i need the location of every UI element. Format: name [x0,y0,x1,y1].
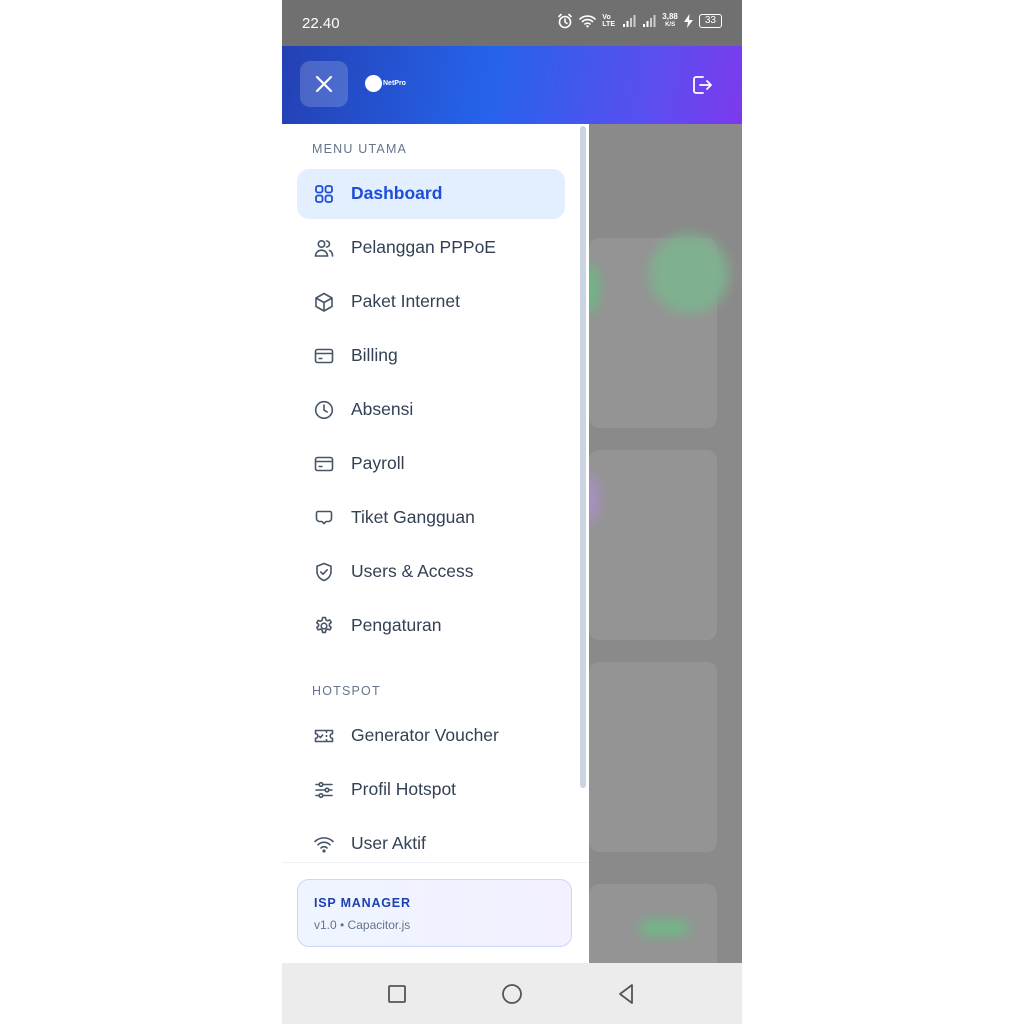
sliders-icon [315,781,333,799]
sidebar-item-pengaturan[interactable]: Pengaturan [297,601,565,651]
close-drawer-button[interactable] [300,61,348,107]
sidebar-item-label: Payroll [351,453,405,473]
shield-check-icon [316,562,332,582]
sidebar-item-label: Tiket Gangguan [351,507,475,527]
users-icon [314,239,334,257]
wifi-status-icon [579,15,597,28]
signal-icon [623,14,636,27]
sidebar-item-paket-internet[interactable]: Paket Internet [297,277,565,327]
logout-icon [693,76,712,94]
brand-name: NetPro [383,80,406,87]
recents-icon[interactable] [385,982,409,1006]
section-title-hotspot: HOTSPOT [312,684,381,698]
sidebar-item-label: Dashboard [351,183,443,203]
app-header: NetPro [282,46,742,124]
sidebar-item-label: Pelanggan PPPoE [351,237,496,257]
sidebar-item-label: Profil Hotspot [351,779,457,799]
status-icons: Vo LTE 3,88 K/S 33 [557,13,722,29]
status-bar: 22.40 Vo LTE 3,88 K/S 33 [282,0,742,46]
battery-indicator: 33 [698,14,722,28]
sidebar-item-absensi[interactable]: Absensi [297,385,565,435]
package-icon [315,292,333,312]
message-icon [315,510,333,525]
app-version-label: v1.0 • Capacitor.js [314,918,411,932]
status-time: 22.40 [302,15,340,32]
charging-icon [683,14,693,28]
wifi-icon [314,837,334,853]
sidebar-item-label: Absensi [351,399,414,419]
network-speed: 3,88 K/S [662,13,678,29]
sidebar-item-profil-hotspot[interactable]: Profil Hotspot [297,765,565,815]
sidebar-item-dashboard[interactable]: Dashboard [297,169,565,219]
backdrop-blob [639,920,689,936]
sidebar-item-user-aktif[interactable]: User Aktif [297,819,565,862]
system-nav-bar [282,963,742,1024]
backdrop-overlay[interactable] [589,124,742,963]
sidebar-item-label: Paket Internet [351,291,460,311]
volte-label: Vo LTE [602,14,615,28]
signal-icon-2 [643,14,656,27]
close-icon [315,75,333,93]
backdrop-card [589,450,717,640]
sidebar-item-generator-voucher[interactable]: Generator Voucher [297,711,565,761]
sidebar-item-payroll[interactable]: Payroll [297,439,565,489]
network-speed-unit: K/S [665,22,676,28]
back-icon[interactable] [614,982,638,1006]
sidebar-item-label: Generator Voucher [351,725,499,745]
logout-button[interactable] [690,73,714,97]
drawer-scrollbar[interactable] [580,126,586,788]
clock-icon [314,400,334,420]
network-speed-value: 3,88 [662,12,678,21]
credit-card-icon [314,348,334,364]
sidebar-item-label: User Aktif [351,833,426,853]
drawer-menu-list[interactable]: MENU UTAMA Dashboard Pelanggan PPPoE Pak… [282,124,589,862]
credit-card-icon [314,456,334,472]
section-title-menu-utama: MENU UTAMA [312,142,408,156]
brand-logo-mark [365,75,382,92]
alarm-icon [558,13,573,29]
grid-icon [315,185,333,203]
gear-icon [316,616,332,634]
drawer-footer: ISP MANAGER v1.0 • Capacitor.js [282,862,589,963]
app-name-label: ISP MANAGER [314,896,411,910]
sidebar-item-label: Users & Access [351,561,474,581]
navigation-drawer: MENU UTAMA Dashboard Pelanggan PPPoE Pak… [282,124,589,963]
home-icon[interactable] [500,982,524,1006]
backdrop-blob [649,234,729,314]
brand-logo: NetPro [365,75,406,92]
app-version-card: ISP MANAGER v1.0 • Capacitor.js [297,879,572,947]
ticket-icon [314,729,334,743]
phone-screen: 22.40 Vo LTE 3,88 K/S 33 NetPro MENU UTA… [282,0,742,1024]
sidebar-item-users-access[interactable]: Users & Access [297,547,565,597]
sidebar-item-pelanggan-pppoe[interactable]: Pelanggan PPPoE [297,223,565,273]
sidebar-item-tiket-gangguan[interactable]: Tiket Gangguan [297,493,565,543]
sidebar-item-label: Billing [351,345,398,365]
sidebar-item-billing[interactable]: Billing [297,331,565,381]
sidebar-item-label: Pengaturan [351,615,442,635]
backdrop-card [589,662,717,852]
